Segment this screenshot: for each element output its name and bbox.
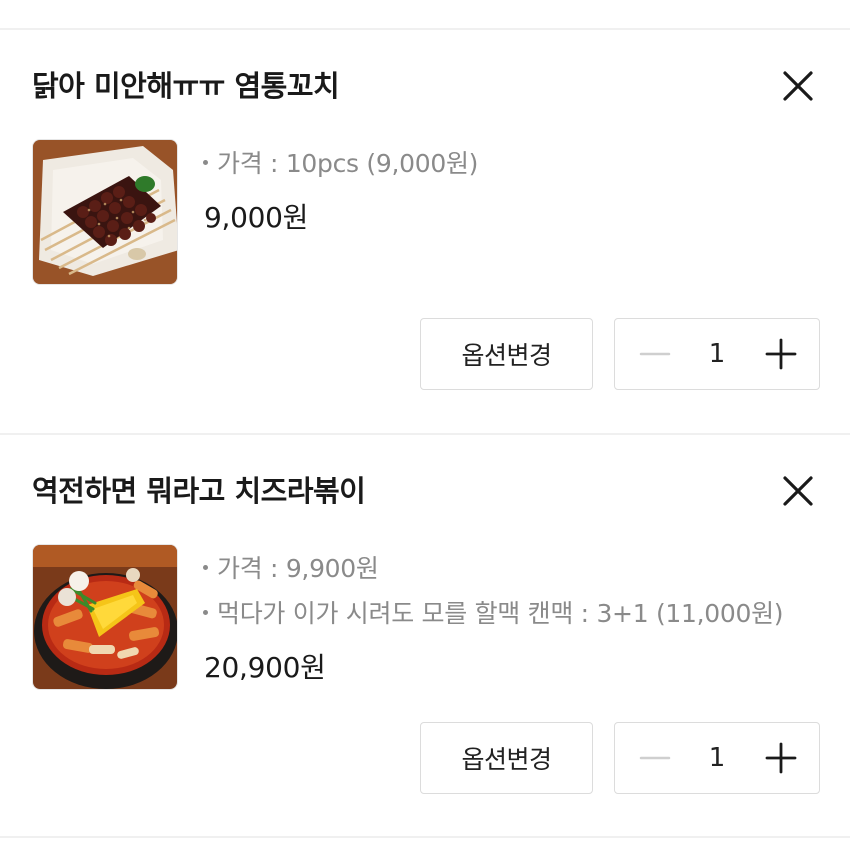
plus-icon <box>765 338 797 370</box>
change-option-button[interactable]: 옵션변경 <box>420 318 593 390</box>
option-line: 가격 : 10pcs (9,000원) <box>203 141 478 186</box>
cart-item: 닭아 미안해ㅠㅠ 염통꼬치 가격: 10pcs (9,000원) 9,000원… <box>0 30 850 434</box>
cart-item: 역전하면 뭐라고 치즈라볶이 가격: 9,900원 먹다가 이가 시려도 모를… <box>0 435 850 839</box>
decrease-quantity-button[interactable] <box>617 319 689 389</box>
item-price: 9,000원 <box>204 201 309 234</box>
remove-item-button[interactable] <box>776 469 820 513</box>
increase-quantity-button[interactable] <box>745 723 817 793</box>
item-title: 역전하면 뭐라고 치즈라볶이 <box>32 474 366 508</box>
option-line: 먹다가 이가 시려도 모를 할맥 캔맥 : 3+1 (11,000원) <box>203 591 784 636</box>
option-list: 가격 : 10pcs (9,000원) <box>203 141 478 186</box>
quantity-stepper: 1 <box>614 318 820 390</box>
quantity-stepper: 1 <box>614 722 820 794</box>
quantity-value: 1 <box>708 743 726 773</box>
bullet-icon <box>203 159 208 165</box>
product-image-rabokki[interactable] <box>32 544 178 690</box>
close-icon <box>783 476 813 506</box>
bullet-icon <box>203 609 208 615</box>
divider <box>0 836 850 838</box>
quantity-value: 1 <box>708 339 726 369</box>
item-price: 20,900원 <box>204 651 326 684</box>
item-title: 닭아 미안해ㅠㅠ 염통꼬치 <box>32 69 340 103</box>
cart-page: 닭아 미안해ㅠㅠ 염통꼬치 가격: 10pcs (9,000원) 9,000원… <box>0 0 850 850</box>
remove-item-button[interactable] <box>776 64 820 108</box>
close-icon <box>783 71 813 101</box>
product-image-skewers[interactable] <box>32 139 178 285</box>
option-list: 가격 : 9,900원 먹다가 이가 시려도 모를 할맥 캔맥 : 3+1 (1… <box>203 546 784 636</box>
decrease-quantity-button[interactable] <box>617 723 689 793</box>
minus-icon <box>639 756 671 760</box>
plus-icon <box>765 742 797 774</box>
bullet-icon <box>203 564 208 570</box>
option-line: 가격 : 9,900원 <box>203 546 783 591</box>
change-option-button[interactable]: 옵션변경 <box>420 722 593 794</box>
minus-icon <box>639 352 671 356</box>
increase-quantity-button[interactable] <box>745 319 817 389</box>
